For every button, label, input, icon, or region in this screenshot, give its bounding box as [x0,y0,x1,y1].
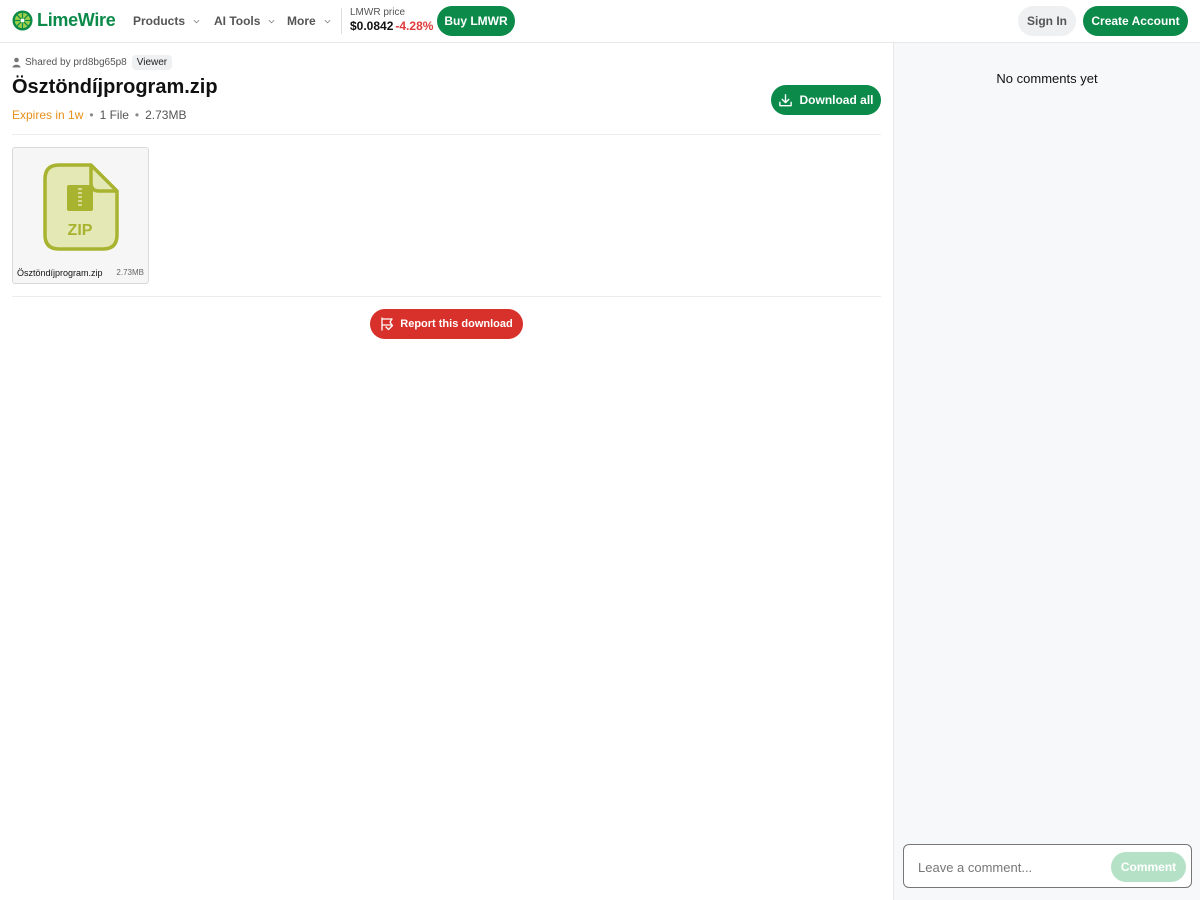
comments-panel: No comments yet Comment [893,43,1200,900]
report-download-button[interactable]: Report this download [370,309,523,339]
file-name: Ösztöndíjprogram.zip [17,268,103,278]
lmwr-price-widget: LMWR price $0.0842 -4.28% [350,7,433,33]
user-icon [12,57,21,68]
nav-ai-tools-label: AI Tools [214,14,261,28]
report-label: Report this download [400,318,513,330]
chevron-down-icon [324,19,331,23]
nav-ai-tools[interactable]: AI Tools [214,14,275,28]
limewire-logo[interactable]: LimeWire [12,10,116,31]
chevron-down-icon [269,19,275,23]
file-card[interactable]: ZIP Ösztöndíjprogram.zip 2.73MB [12,147,149,284]
file-size: 2.73MB [116,268,144,277]
no-comments-text: No comments yet [996,71,1098,86]
divider [12,296,881,297]
download-all-label: Download all [799,93,874,107]
comment-input[interactable] [918,857,1098,877]
price-row: $0.0842 -4.28% [350,19,433,33]
sign-in-button[interactable]: Sign In [1018,6,1076,36]
page-title: Ösztöndíjprogram.zip [12,76,218,98]
header-divider [341,8,342,34]
shared-by-text: Shared by prd8bg65p8 [25,57,127,68]
price-change: -4.28% [395,19,434,33]
price-label: LMWR price [350,7,406,18]
zip-file-icon: ZIP [43,163,119,251]
nav-more-label: More [287,14,316,28]
nav-more[interactable]: More [287,14,331,28]
comment-form: Comment [903,844,1192,888]
shared-by-row: Shared by prd8bg65p8 Viewer [12,55,173,70]
buy-lmwr-button[interactable]: Buy LMWR [437,6,515,36]
main-content: Shared by prd8bg65p8 Viewer Ösztöndíjpro… [0,43,893,900]
share-meta: Expires in 1w • 1 File • 2.73MB [12,108,186,122]
download-icon [779,93,793,106]
file-count: 1 File [99,108,129,122]
flag-icon [381,317,394,331]
separator-dot: • [89,108,94,122]
brand-name: LimeWire [37,10,116,30]
expires-text: Expires in 1w [12,108,84,122]
nav-products[interactable]: Products [133,14,200,28]
divider [12,134,881,135]
nav-products-label: Products [133,14,186,28]
lime-logo-icon [12,10,33,31]
zip-label: ZIP [68,222,93,239]
total-size: 2.73MB [145,108,187,122]
chevron-down-icon [193,19,200,23]
download-all-button[interactable]: Download all [771,85,881,115]
comment-submit-button[interactable]: Comment [1111,852,1186,882]
separator-dot: • [134,108,140,122]
role-badge: Viewer [131,55,173,70]
create-account-button[interactable]: Create Account [1083,6,1188,36]
top-header: LimeWire Products AI Tools More LMWR pri… [0,0,1200,43]
price-value: $0.0842 [350,19,394,33]
